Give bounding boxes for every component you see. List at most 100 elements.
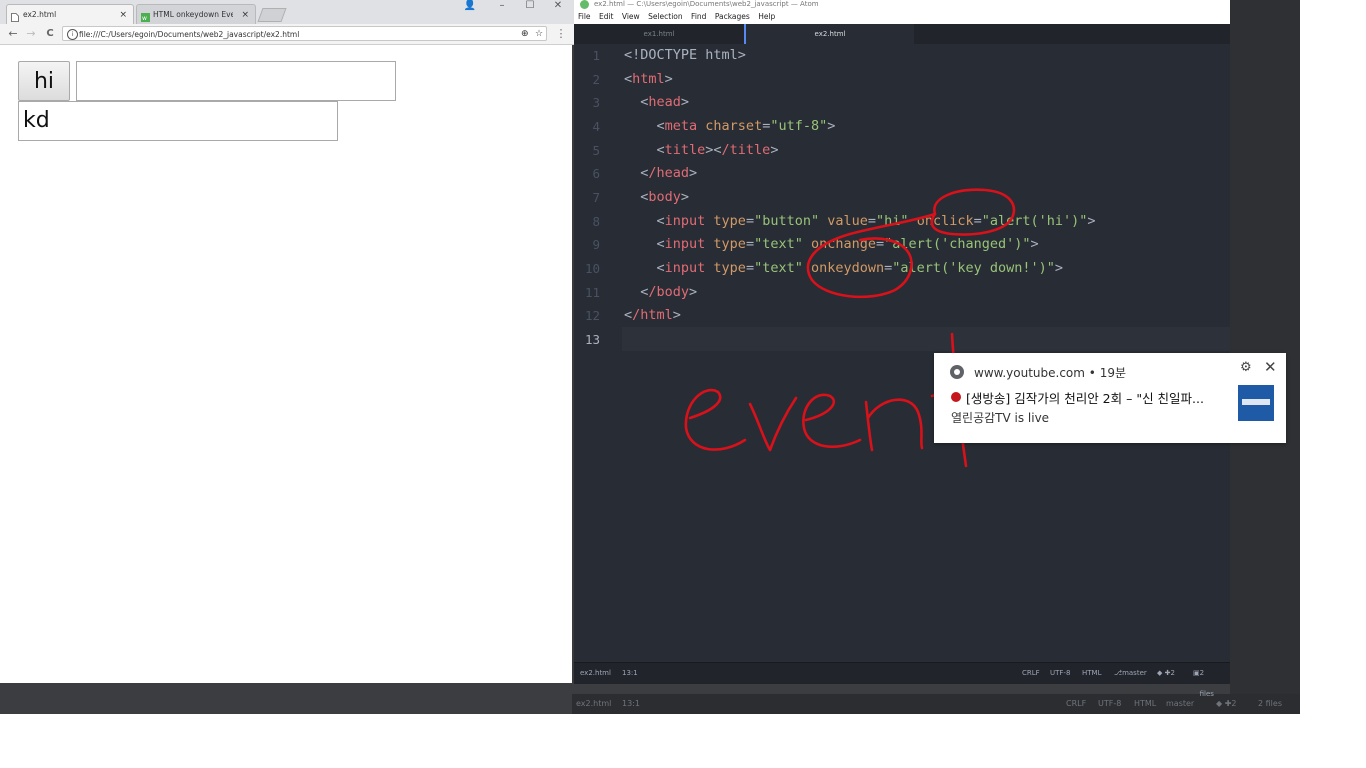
line-number: 10	[584, 261, 600, 276]
status-bar: ex2.html 13:1 CRLF UTF-8 HTML ⎇ master ◆…	[574, 662, 1230, 698]
status-files[interactable]: ▣ 2 files	[1193, 663, 1214, 698]
code-line-8: <input type="button" value="hi" onclick=…	[624, 213, 1096, 229]
ghost-files: 2 files	[1258, 699, 1282, 708]
line-number: 3	[592, 95, 600, 110]
atom-logo-icon	[580, 0, 589, 9]
window-title: ex2.html — C:\Users\egoin\Documents\web2…	[594, 0, 819, 8]
chrome-logo-icon	[950, 365, 964, 379]
minimize-icon[interactable]: –	[494, 0, 510, 11]
profile-icon[interactable]: 👤	[462, 0, 478, 11]
page-viewport: hi kd	[2, 45, 572, 681]
page-icon	[11, 10, 19, 22]
current-line-highlight	[622, 327, 1230, 351]
line-number: 5	[592, 143, 600, 158]
line-number-gutter: 1 2 3 4 5 6 7 8 9 10 11 12 13	[574, 44, 614, 662]
ghost-git: ◆ ✚2	[1216, 699, 1237, 708]
tab-close-icon[interactable]: ×	[119, 5, 127, 25]
maximize-icon[interactable]: ☐	[522, 0, 538, 11]
line-number: 13	[584, 332, 600, 347]
forward-icon[interactable]: →	[24, 26, 38, 42]
ghost-file: ex2.html	[576, 699, 612, 708]
onkeydown-text-input[interactable]: kd	[18, 101, 338, 141]
live-dot-icon	[951, 392, 961, 402]
editor-tab-bar: ex1.html ex2.html	[574, 24, 1230, 44]
menu-file[interactable]: File	[578, 12, 591, 21]
menu-packages[interactable]: Packages	[715, 12, 750, 21]
code-line-10: <input type="text" onkeydown="alert('key…	[624, 260, 1064, 276]
status-line-ending[interactable]: CRLF	[1022, 663, 1040, 684]
line-number: 2	[592, 72, 600, 87]
onchange-text-input[interactable]	[76, 61, 396, 101]
chrome-window: ex2.html × w HTML onkeydown Event × 👤 – …	[0, 0, 574, 683]
doctype: <!DOCTYPE html>	[624, 47, 746, 63]
browser-notification[interactable]: www.youtube.com • 19분 ⚙ ✕ [생방송] 김작가의 천리안…	[934, 353, 1286, 443]
line-number: 9	[592, 237, 600, 252]
code-line-2: <html>	[624, 71, 673, 87]
url-text: file:///C:/Users/egoin/Documents/web2_ja…	[79, 30, 300, 39]
bookmark-star-icon[interactable]: ☆	[535, 27, 543, 42]
tab-close-icon[interactable]: ×	[241, 5, 249, 25]
tab-ex2-html[interactable]: ex2.html	[744, 24, 914, 44]
line-number: 11	[584, 285, 600, 300]
info-icon[interactable]: i	[67, 29, 78, 40]
menu-selection[interactable]: Selection	[648, 12, 683, 21]
line-number: 7	[592, 190, 600, 205]
notification-site: www.youtube.com	[974, 366, 1085, 380]
status-git[interactable]: ◆ ✚2	[1157, 663, 1175, 684]
status-encoding[interactable]: UTF-8	[1050, 663, 1070, 684]
notification-title: [생방송] 김작가의 천리안 2회 – "신 친일파...	[966, 391, 1204, 406]
zoom-icon[interactable]: ⊕	[521, 27, 529, 42]
background-status-bar: ex2.html 13:1 CRLF UTF-8 HTML master ◆ ✚…	[572, 694, 1300, 714]
ghost-cursor: 13:1	[622, 699, 640, 708]
tab-ex2-html[interactable]: ex2.html ×	[6, 4, 134, 24]
menu-help[interactable]: Help	[758, 12, 775, 21]
close-icon[interactable]: ✕	[1264, 358, 1277, 376]
branch-name: master	[1122, 669, 1147, 677]
line-number: 1	[592, 48, 600, 63]
status-file[interactable]: ex2.html	[580, 663, 611, 684]
code-line-4: <meta charset="utf-8">	[624, 118, 836, 134]
files-count: 2 files	[1199, 669, 1214, 698]
ghost-line-ending: CRLF	[1066, 699, 1087, 708]
status-cursor[interactable]: 13:1	[622, 663, 638, 684]
reload-icon[interactable]: C	[43, 26, 57, 42]
address-bar[interactable]: i file:///C:/Users/egoin/Documents/web2_…	[62, 26, 547, 41]
tab-label: ex2.html	[23, 10, 57, 19]
code-line-11: </body>	[624, 284, 698, 300]
atom-title-bar: ex2.html — C:\Users\egoin\Documents\web2…	[574, 0, 1230, 10]
ghost-grammar: HTML	[1134, 699, 1157, 708]
code-line-7: <body>	[624, 189, 690, 205]
status-branch[interactable]: ⎇ master	[1114, 663, 1147, 684]
menu-bar: File Edit View Selection Find Packages H…	[574, 10, 1230, 25]
tab-ex1-html[interactable]: ex1.html	[574, 24, 744, 44]
menu-view[interactable]: View	[622, 12, 640, 21]
line-number: 6	[592, 166, 600, 181]
hi-button[interactable]: hi	[18, 61, 70, 101]
ghost-branch: master	[1166, 699, 1195, 708]
new-tab-button[interactable]	[257, 8, 287, 22]
chrome-menu-icon[interactable]: ⋮	[554, 26, 568, 42]
menu-edit[interactable]: Edit	[599, 12, 614, 21]
notification-time: 19분	[1099, 366, 1127, 380]
ghost-encoding: UTF-8	[1098, 699, 1122, 708]
line-number: 12	[584, 308, 600, 323]
code-line-3: <head>	[624, 94, 690, 110]
tab-strip: ex2.html × w HTML onkeydown Event × 👤 – …	[0, 0, 574, 24]
code-line-9: <input type="text" onchange="alert('chan…	[624, 236, 1039, 252]
status-grammar[interactable]: HTML	[1082, 663, 1101, 684]
code-line-12: </html>	[624, 307, 681, 323]
tab-w3schools[interactable]: w HTML onkeydown Event ×	[136, 4, 256, 24]
menu-find[interactable]: Find	[691, 12, 706, 21]
settings-gear-icon[interactable]: ⚙	[1240, 360, 1252, 375]
atom-window: ex2.html — C:\Users\egoin\Documents\web2…	[574, 0, 1230, 698]
line-number: 8	[592, 214, 600, 229]
code-line-6: </head>	[624, 165, 698, 181]
svg-text:w: w	[142, 15, 147, 22]
back-icon[interactable]: ←	[6, 26, 20, 42]
code-line-1: <!DOCTYPE html>	[624, 47, 746, 63]
close-icon[interactable]: ✕	[550, 0, 566, 11]
toolbar: ← → C i file:///C:/Users/egoin/Documents…	[0, 24, 574, 45]
notification-message: 열린공감TV is live	[951, 411, 1050, 425]
channel-thumbnail	[1238, 385, 1274, 421]
code-line-5: <title></title>	[624, 142, 779, 158]
